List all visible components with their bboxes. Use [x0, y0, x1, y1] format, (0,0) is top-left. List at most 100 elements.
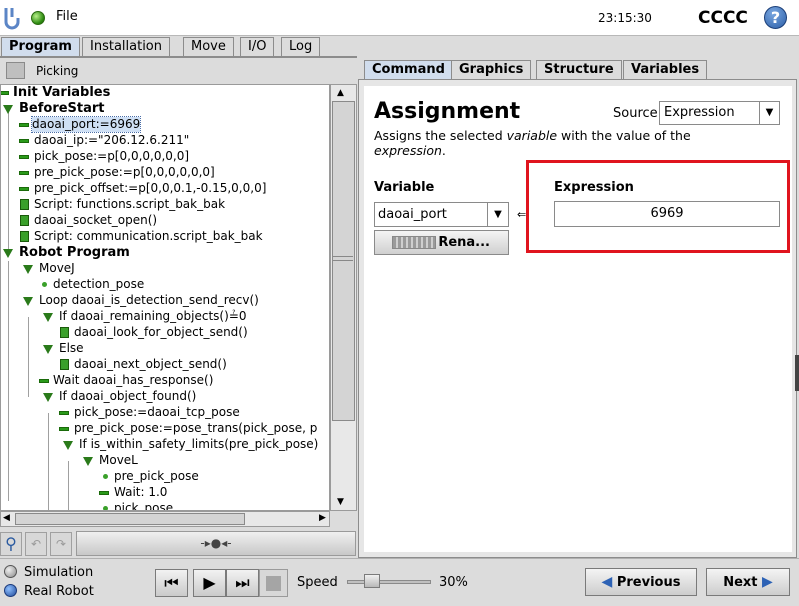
tree-node[interactable]: detection_pose	[53, 277, 144, 292]
tree-node[interactable]: daoai_socket_open()	[34, 213, 157, 228]
node-icon	[1, 91, 9, 95]
expand-icon[interactable]	[3, 105, 13, 114]
redo-icon[interactable]: ↷	[50, 532, 72, 556]
tree-node[interactable]: Else	[59, 341, 84, 356]
tree-node[interactable]: MoveJ	[39, 261, 75, 276]
tree-node[interactable]: MoveL	[99, 453, 138, 468]
tree-node[interactable]: Loop daoai_is_detection_send_recv()	[39, 293, 259, 308]
tree-node[interactable]: Robot Program	[19, 245, 130, 260]
tab-program[interactable]: Program	[1, 37, 80, 57]
tree-node[interactable]: Script: communication.script_bak_bak	[34, 229, 263, 244]
script-icon	[20, 231, 29, 242]
robot-status-icon[interactable]	[31, 11, 45, 25]
tree-node[interactable]: Script: functions.script_bak_bak	[34, 197, 225, 212]
tree-node[interactable]: If is_within_safety_limits(pre_pick_pose…	[79, 437, 318, 452]
scroll-thumb[interactable]	[332, 101, 355, 421]
expand-icon[interactable]	[83, 457, 93, 466]
program-tree[interactable]: Init Variables BeforeStart daoai_port:=6…	[0, 84, 330, 511]
chevron-down-icon[interactable]: ▼	[487, 203, 508, 226]
tree-guide	[8, 261, 9, 501]
expand-icon[interactable]	[23, 265, 33, 274]
speed-slider[interactable]	[347, 580, 431, 584]
file-menu[interactable]: File	[56, 9, 78, 24]
play-icon: ▶	[203, 573, 216, 592]
speed-slider-handle[interactable]	[364, 574, 381, 588]
scroll-up-icon[interactable]: ▲	[337, 88, 344, 98]
help-icon[interactable]: ?	[764, 6, 787, 29]
tree-guide	[28, 317, 29, 397]
stop-icon	[266, 576, 281, 591]
assign-arrow-icon: ⇐	[517, 208, 527, 221]
tab-variables[interactable]: Variables	[623, 60, 708, 79]
save-icon[interactable]	[6, 62, 25, 79]
expand-icon[interactable]	[43, 313, 53, 322]
play-button[interactable]: ▶	[193, 569, 226, 597]
scroll-right-icon[interactable]: ▶	[319, 513, 326, 523]
tab-installation[interactable]: Installation	[82, 37, 171, 56]
real-robot-radio[interactable]	[4, 584, 17, 597]
step-button[interactable]: ⏭	[226, 569, 259, 597]
scroll-left-icon[interactable]: ◀	[3, 513, 10, 523]
expression-label: Expression	[554, 180, 634, 195]
tree-node[interactable]: pre_pick_pose:=pose_trans(pick_pose, p	[74, 421, 317, 436]
tab-command[interactable]: Command	[364, 60, 453, 80]
simulation-radio[interactable]	[4, 565, 17, 578]
tree-guide	[48, 413, 49, 510]
expand-icon[interactable]	[43, 345, 53, 354]
simulation-label: Simulation	[24, 565, 94, 580]
tree-node[interactable]: If daoai_remaining_objects()≟0	[59, 309, 246, 324]
wait-icon	[39, 379, 49, 383]
variable-label: Variable	[374, 180, 435, 195]
tree-node[interactable]: If daoai_object_found()	[59, 389, 196, 404]
tree-node[interactable]: daoai_ip:="206.12.6.211"	[34, 133, 189, 148]
assignment-icon	[19, 171, 29, 175]
assignment-icon	[19, 123, 29, 127]
tree-tools-slider[interactable]: -▸●◂-	[76, 531, 356, 556]
tree-node[interactable]: BeforeStart	[19, 101, 105, 116]
scroll-thumb[interactable]	[15, 513, 245, 525]
top-bar	[0, 0, 799, 36]
tab-move[interactable]: Move	[183, 37, 234, 56]
assignment-icon	[19, 139, 29, 143]
tree-node[interactable]: pick_pose:=p[0,0,0,0,0,0]	[34, 149, 189, 164]
expand-icon[interactable]	[63, 441, 73, 450]
tree-node[interactable]: Wait daoai_has_response()	[53, 373, 213, 388]
tree-node[interactable]: pre_pick_offset:=p[0,0,0.1,-0.15,0,0,0]	[34, 181, 266, 196]
expand-icon[interactable]	[3, 249, 13, 258]
tree-node[interactable]: Init Variables	[13, 85, 110, 100]
tree-node[interactable]: daoai_next_object_send()	[74, 357, 227, 372]
program-name: Picking	[36, 64, 79, 78]
tree-node[interactable]: pre_pick_pose	[114, 469, 199, 484]
wait-icon	[99, 491, 109, 495]
tree-guide	[68, 461, 69, 510]
chevron-down-icon[interactable]: ▼	[759, 102, 779, 124]
undo-icon[interactable]: ↶	[25, 532, 47, 556]
tree-node[interactable]: pre_pick_pose:=p[0,0,0,0,0,0]	[34, 165, 215, 180]
source-label: Source	[613, 106, 658, 121]
skip-forward-icon: ⏭	[235, 573, 250, 592]
tree-node[interactable]: pick_pose	[114, 501, 173, 510]
keyboard-icon	[392, 236, 436, 249]
expand-icon[interactable]	[43, 393, 53, 402]
tab-structure[interactable]: Structure	[536, 60, 622, 79]
expand-icon[interactable]	[23, 297, 33, 306]
tree-node[interactable]: pick_pose:=daoai_tcp_pose	[74, 405, 240, 420]
tab-log[interactable]: Log	[281, 37, 321, 56]
side-handle[interactable]	[795, 355, 799, 391]
tab-graphics[interactable]: Graphics	[451, 60, 532, 79]
skip-back-button[interactable]: ⏮	[155, 569, 188, 597]
speed-label: Speed	[297, 575, 338, 590]
tree-node[interactable]: daoai_look_for_object_send()	[74, 325, 248, 340]
expression-field[interactable]: 6969	[554, 201, 780, 227]
next-button[interactable]: Next ▶	[706, 568, 790, 596]
tree-node-selected[interactable]: daoai_port:=6969	[30, 116, 142, 133]
tab-io[interactable]: I/O	[240, 37, 275, 56]
tree-node[interactable]: Wait: 1.0	[114, 485, 167, 500]
previous-button[interactable]: ◀ Previous	[585, 568, 697, 596]
assignment-icon	[19, 187, 29, 191]
script-icon	[20, 215, 29, 226]
tree-guide	[8, 109, 9, 249]
search-icon[interactable]: ⚲	[0, 532, 22, 556]
script-icon	[20, 199, 29, 210]
scroll-down-icon[interactable]: ▼	[337, 497, 344, 507]
